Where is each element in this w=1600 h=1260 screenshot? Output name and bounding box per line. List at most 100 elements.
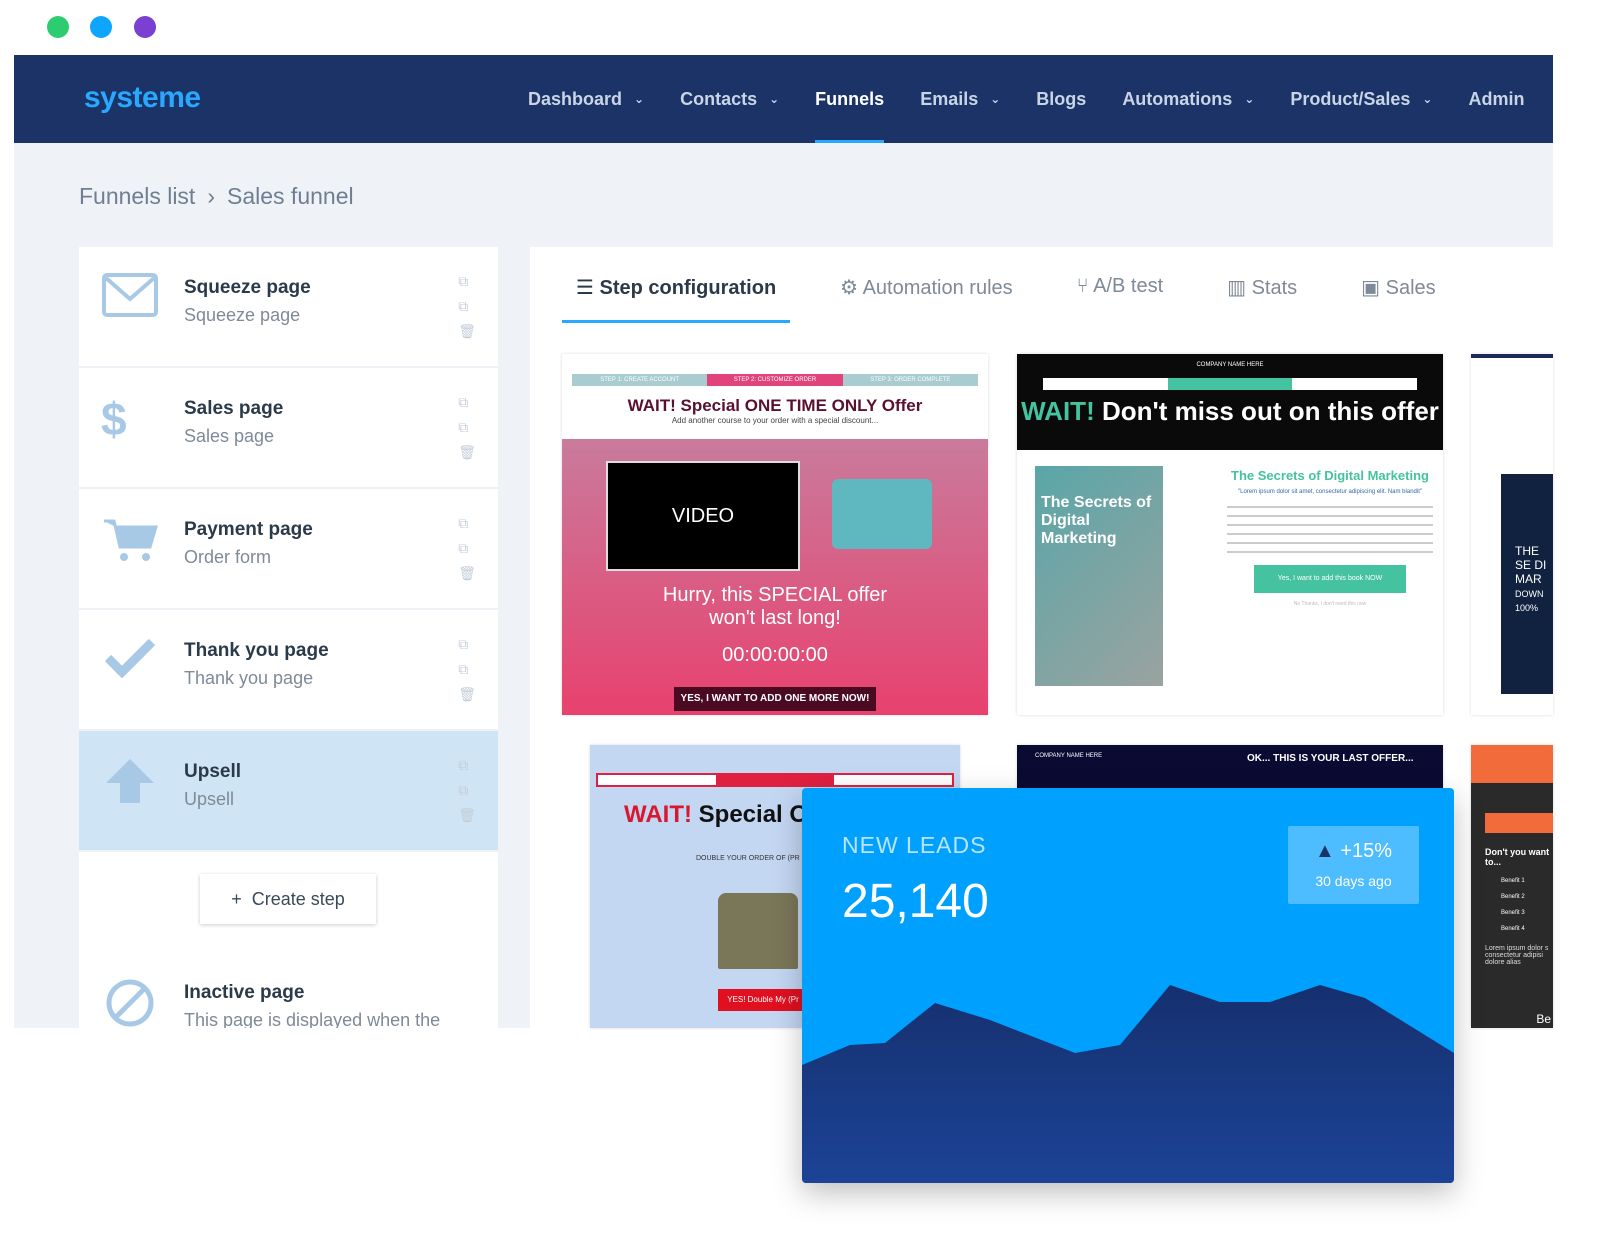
envelope-icon: [101, 273, 159, 323]
breadcrumb-current: Sales funnel: [227, 183, 354, 209]
nav-label: Blogs: [1036, 88, 1087, 109]
step-subtitle: Thank you page: [184, 668, 314, 688]
trash-icon[interactable]: 🗑: [458, 323, 476, 340]
trash-icon[interactable]: 🗑: [458, 444, 476, 461]
step-subtitle: Sales page: [184, 426, 275, 446]
heading-accent: WAIT!: [1021, 396, 1095, 426]
book-badge: DOWN 100%: [1515, 589, 1544, 613]
step-inactive-page[interactable]: Inactive page This page is displayed whe…: [79, 952, 498, 1028]
dollar-icon: $: [101, 393, 127, 445]
template-thumbnail[interactable]: COMPANY NAME HERE WAIT! Don't miss out o…: [1017, 354, 1443, 715]
copy-icon[interactable]: ⧉: [458, 636, 476, 653]
leads-change-badge: ▲ +15% 30 days ago: [1288, 826, 1419, 904]
leads-period: 30 days ago: [1315, 873, 1392, 889]
step-upsell[interactable]: Upsell Upsell ⧉ ⧉ 🗑: [79, 731, 498, 852]
template-thumbnail[interactable]: THE SE DI MAR DOWN 100%: [1471, 354, 1553, 715]
progress-step: STEP 1: CREATE ACCOUNT: [572, 374, 708, 386]
duplicate-icon[interactable]: ⧉: [458, 298, 476, 315]
tab-step-configuration[interactable]: ☰ Step configuration: [562, 271, 791, 323]
new-leads-card: NEW LEADS 25,140 ▲ +15% 30 days ago: [802, 788, 1454, 1183]
chevron-down-icon: ⌄: [634, 92, 645, 106]
tab-bar: ☰ Step configuration ⚙ Automation rules …: [562, 271, 1450, 323]
copy-icon[interactable]: ⧉: [458, 757, 476, 774]
heading-accent: WAIT!: [624, 801, 692, 828]
list-icon: ☰: [576, 277, 594, 299]
steps-sidebar: Squeeze page Squeeze page ⧉ ⧉ 🗑 $ Sales pa…: [79, 247, 498, 1028]
gears-icon: ⚙: [840, 277, 859, 299]
leads-value: 25,140: [842, 875, 989, 928]
check-icon: [101, 636, 159, 686]
hurry-text: Hurry, this SPECIAL offer won't last lon…: [662, 584, 888, 629]
step-thank-you-page[interactable]: Thank you page Thank you page ⧉ ⧉ 🗑: [79, 610, 498, 731]
create-step-label: Create step: [251, 888, 345, 909]
nav-funnels[interactable]: Funnels: [815, 55, 885, 143]
ban-icon: [101, 978, 159, 1028]
copy-icon[interactable]: ⧉: [458, 394, 476, 411]
step-title: Thank you page: [184, 640, 329, 661]
split-icon: ⑂: [1076, 275, 1089, 297]
tab-automation-rules[interactable]: ⚙ Automation rules: [826, 271, 1026, 323]
money-icon: ▣: [1361, 277, 1381, 299]
step-title: Payment page: [184, 519, 313, 540]
duplicate-icon[interactable]: ⧉: [458, 419, 476, 436]
window-dot-blue[interactable]: [90, 16, 112, 38]
copy-icon[interactable]: ⧉: [458, 515, 476, 532]
nav-label: Emails: [920, 88, 979, 109]
nav-dashboard[interactable]: Dashboard ⌄: [528, 55, 644, 143]
duplicate-icon[interactable]: ⧉: [458, 540, 476, 557]
tab-sales[interactable]: ▣ Sales: [1347, 271, 1450, 323]
step-squeeze-page[interactable]: Squeeze page Squeeze page ⧉ ⧉ 🗑: [79, 247, 498, 368]
lorem-text: Lorem ipsum dolor s consectetur adipisi …: [1485, 945, 1549, 966]
tab-label: Stats: [1251, 277, 1298, 299]
book-text: THE SE DI MAR: [1515, 544, 1547, 586]
window-dot-green[interactable]: [47, 16, 69, 38]
step-subtitle: This page is displayed when the: [184, 1010, 441, 1028]
tab-label: Step configuration: [599, 277, 777, 299]
window-dot-purple[interactable]: [134, 16, 156, 38]
nav-label: Contacts: [680, 88, 758, 109]
create-step-button[interactable]: + Create step: [200, 874, 376, 924]
tshirt-image: [718, 893, 798, 969]
step-payment-page[interactable]: Payment page Order form ⧉ ⧉ 🗑: [79, 489, 498, 610]
arrow-up-icon: [101, 757, 159, 807]
template-thumbnail[interactable]: Don't you want to... Benefit 1 Benefit 2…: [1471, 745, 1553, 1028]
chevron-down-icon: ⌄: [1422, 92, 1433, 106]
breadcrumb-parent[interactable]: Funnels list: [79, 183, 195, 210]
benefit-item: Benefit 2: [1501, 894, 1525, 900]
trash-icon[interactable]: 🗑: [458, 807, 476, 824]
cta-button: Yes, I want to add this book NOW: [1254, 565, 1406, 593]
duplicate-icon[interactable]: ⧉: [458, 782, 476, 799]
nav-automations[interactable]: Automations ⌄: [1122, 55, 1254, 143]
video-placeholder: VIDEO: [606, 461, 800, 571]
tab-ab-test[interactable]: ⑂ A/B test: [1063, 271, 1177, 323]
product-quote: "Lorem ipsum dolor sit amet, consectetur…: [1237, 489, 1422, 495]
step-sales-page[interactable]: $ Sales page Sales page ⧉ ⧉ 🗑: [79, 368, 498, 489]
duplicate-icon[interactable]: ⧉: [458, 661, 476, 678]
nav-blogs[interactable]: Blogs: [1036, 55, 1086, 143]
nav-emails[interactable]: Emails ⌄: [920, 55, 1000, 143]
step-subtitle: Order form: [184, 547, 272, 567]
top-nav: systeme Dashboard ⌄ Contacts ⌄ Funnels Ema…: [14, 55, 1553, 143]
step-title: Inactive page: [184, 982, 305, 1003]
nav-label: Funnels: [815, 88, 885, 109]
cta-button: Be: [1536, 1012, 1551, 1026]
logo[interactable]: systeme: [84, 81, 201, 115]
cta-button: YES, I WANT TO ADD ONE MORE NOW!: [674, 687, 876, 711]
book-cover: The Secrets of Digital Marketing: [1035, 466, 1163, 686]
chevron-down-icon: ⌄: [769, 92, 780, 106]
step-subtitle: Upsell: [184, 789, 235, 809]
laptop-cloud-illustration: [832, 479, 932, 549]
tab-stats[interactable]: ▥ Stats: [1213, 271, 1311, 323]
nav-product-sales[interactable]: Product/Sales ⌄: [1290, 55, 1432, 143]
nav-admin[interactable]: Admin: [1468, 55, 1524, 143]
nav-contacts[interactable]: Contacts ⌄: [680, 55, 779, 143]
copy-icon[interactable]: ⧉: [458, 273, 476, 290]
trash-icon[interactable]: 🗑: [458, 686, 476, 703]
template-thumbnail[interactable]: STEP 1: CREATE ACCOUNT STEP 2: CUSTOMIZE…: [562, 354, 988, 715]
leads-label: NEW LEADS: [842, 832, 987, 858]
progress-step: STEP 2: CUSTOMIZE ORDER: [707, 374, 843, 386]
progress-step: STEP 3: ORDER COMPLETE: [842, 374, 978, 386]
lorem-text: [1227, 503, 1433, 553]
nav-label: Admin: [1468, 88, 1525, 109]
trash-icon[interactable]: 🗑: [458, 565, 476, 582]
